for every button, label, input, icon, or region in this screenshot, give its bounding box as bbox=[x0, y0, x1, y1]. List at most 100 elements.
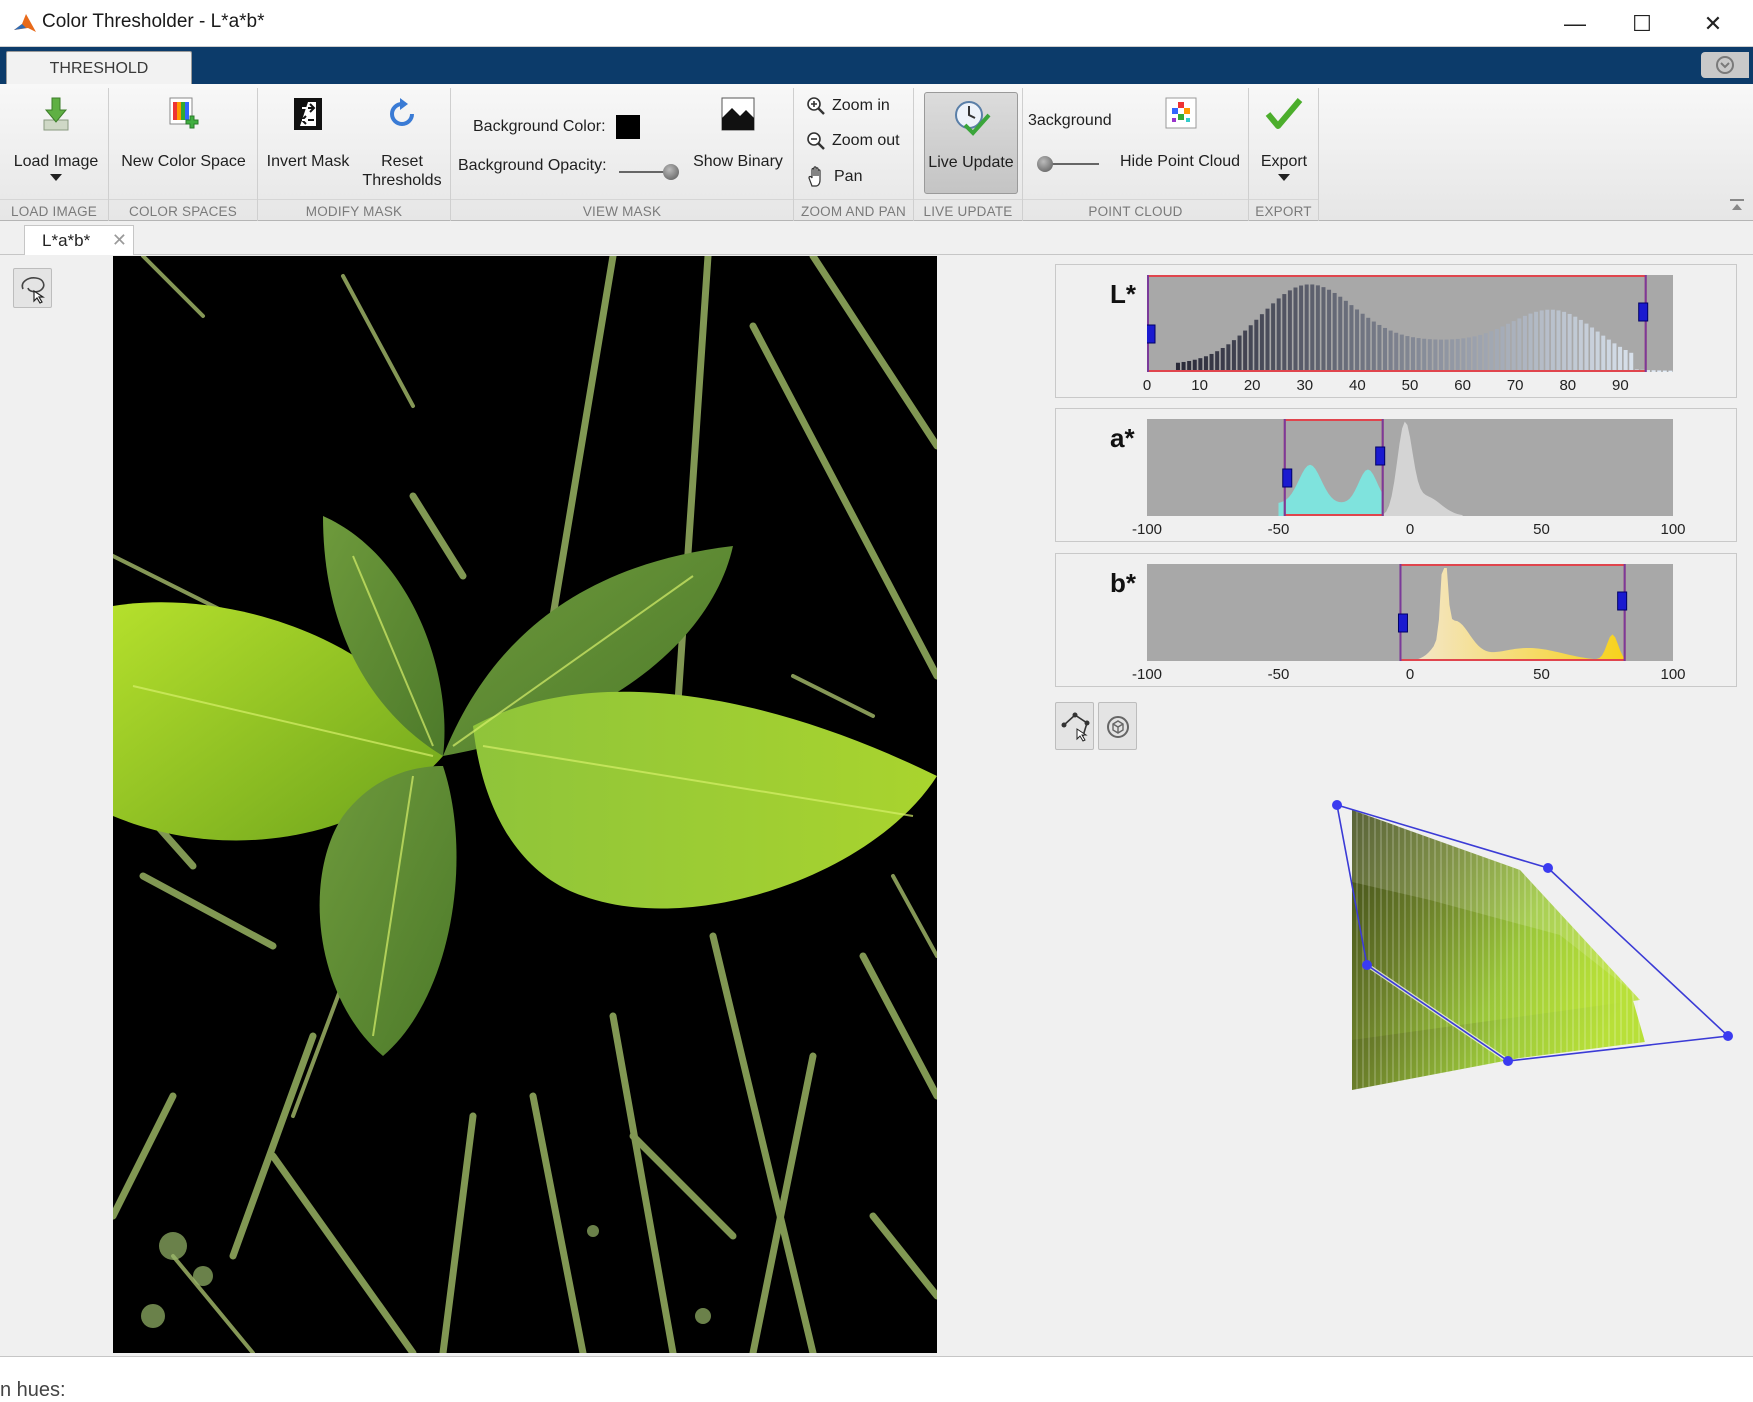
section-live-update: Live Update LIVE UPDATE bbox=[914, 88, 1023, 221]
section-label: LIVE UPDATE bbox=[923, 204, 1013, 219]
histogram-bar bbox=[1618, 346, 1623, 372]
histogram-bar bbox=[1427, 339, 1432, 372]
histogram-a-label: a* bbox=[1110, 423, 1135, 453]
histogram-bar bbox=[1444, 339, 1449, 372]
histogram-tick-label: 0 bbox=[1405, 521, 1415, 538]
histogram-bar bbox=[1472, 336, 1477, 372]
histogram-b-plot[interactable] bbox=[1147, 564, 1673, 661]
point-cloud-icon bbox=[1165, 97, 1197, 129]
histogram-bar bbox=[1578, 319, 1583, 372]
reset-thresholds-button[interactable]: Reset Thresholds bbox=[358, 94, 446, 190]
freehand-draw-button[interactable] bbox=[13, 268, 52, 308]
histogram-bar bbox=[1612, 343, 1617, 372]
section-zoom-pan: Zoom in Zoom out Pan ZOOM AND PAN bbox=[794, 88, 914, 221]
histogram-bar bbox=[1327, 289, 1332, 372]
zoom-out-label: Zoom out bbox=[832, 132, 900, 150]
polygon-select-button[interactable] bbox=[1055, 702, 1094, 750]
show-binary-button[interactable]: Show Binary bbox=[687, 94, 789, 171]
invert-mask-icon bbox=[294, 98, 322, 130]
histogram-bar bbox=[1243, 330, 1248, 372]
background-color-control[interactable]: Background Color: bbox=[473, 115, 640, 139]
histogram-bar bbox=[1287, 290, 1292, 372]
histogram-tick-label: 20 bbox=[1243, 377, 1261, 394]
histogram-bar bbox=[1338, 296, 1343, 372]
collapse-ribbon-icon[interactable] bbox=[1729, 198, 1745, 212]
ribbon-options-icon[interactable] bbox=[1701, 52, 1749, 78]
background-color-swatch[interactable] bbox=[615, 115, 640, 139]
histogram-tick-label: -50 bbox=[1267, 521, 1290, 538]
minimize-button[interactable]: — bbox=[1540, 0, 1610, 47]
histogram-bar bbox=[1517, 318, 1522, 372]
freehand-lasso-icon bbox=[21, 277, 45, 304]
section-export: Export EXPORT bbox=[1249, 88, 1319, 221]
histogram-bar bbox=[1662, 370, 1667, 372]
histogram-bar bbox=[1203, 356, 1208, 372]
histogram-tick-label: 0 bbox=[1142, 377, 1152, 394]
histogram-bar bbox=[1231, 340, 1236, 372]
histogram-a-plot[interactable] bbox=[1147, 419, 1673, 516]
threshold-min-handle[interactable] bbox=[1147, 324, 1156, 344]
rotate-point-cloud-button[interactable] bbox=[1098, 702, 1137, 750]
histogram-bar bbox=[1299, 285, 1304, 372]
document-tab-lab[interactable]: L*a*b* ✕ bbox=[24, 225, 134, 256]
histogram-area-unselected bbox=[1383, 421, 1463, 516]
threshold-max-handle[interactable] bbox=[1375, 446, 1386, 466]
tab-threshold[interactable]: THRESHOLD bbox=[6, 51, 192, 84]
threshold-max-handle[interactable] bbox=[1638, 302, 1649, 322]
threshold-min-handle[interactable] bbox=[1282, 468, 1293, 488]
pan-hand-icon bbox=[808, 166, 821, 187]
load-image-label: Load Image bbox=[13, 153, 99, 170]
close-button[interactable]: ✕ bbox=[1678, 0, 1748, 47]
histogram-bar bbox=[1590, 327, 1595, 372]
threshold-min-handle[interactable] bbox=[1397, 613, 1408, 633]
histogram-bar bbox=[1254, 319, 1259, 372]
histogram-bar bbox=[1606, 339, 1611, 372]
new-color-space-button[interactable]: New Color Space bbox=[115, 94, 252, 171]
histogram-bar bbox=[1304, 284, 1309, 372]
close-tab-icon[interactable]: ✕ bbox=[112, 226, 127, 255]
histogram-l-plot[interactable] bbox=[1147, 275, 1673, 372]
zoom-out-button[interactable]: Zoom out bbox=[806, 131, 900, 151]
zoom-in-button[interactable]: Zoom in bbox=[806, 96, 890, 116]
histogram-bar bbox=[1511, 321, 1516, 372]
maximize-button[interactable]: ☐ bbox=[1607, 0, 1677, 47]
histogram-bar bbox=[1478, 334, 1483, 372]
pan-button[interactable]: Pan bbox=[806, 166, 862, 188]
histogram-bar bbox=[1623, 349, 1628, 372]
histogram-bar bbox=[1573, 316, 1578, 372]
rotate-3d-icon bbox=[1107, 716, 1129, 738]
histogram-a-panel: a* -100 -50 0 50 100 bbox=[1055, 408, 1737, 542]
load-image-button[interactable]: Load Image bbox=[8, 94, 104, 181]
histogram-bar bbox=[1556, 310, 1561, 372]
histogram-tick-label: 0 bbox=[1405, 666, 1415, 683]
histogram-bar bbox=[1489, 331, 1494, 372]
threshold-max-handle[interactable] bbox=[1617, 591, 1628, 611]
hide-point-cloud-button[interactable]: Hide Point Cloud bbox=[1115, 94, 1245, 171]
histogram-bar bbox=[1466, 337, 1471, 372]
histogram-b-label: b* bbox=[1110, 568, 1136, 598]
histogram-bar bbox=[1500, 326, 1505, 372]
live-update-button[interactable]: Live Update bbox=[924, 92, 1018, 194]
histogram-bar bbox=[1584, 323, 1589, 372]
export-button[interactable]: Export bbox=[1253, 94, 1315, 181]
binary-image-icon bbox=[721, 97, 755, 131]
color-point-cloud-3d[interactable] bbox=[1320, 790, 1745, 1110]
section-label: VIEW MASK bbox=[582, 204, 662, 219]
background-opacity-slider[interactable] bbox=[619, 162, 681, 182]
zoom-in-icon bbox=[807, 97, 825, 115]
section-color-spaces: New Color Space COLOR SPACES bbox=[109, 88, 258, 221]
histogram-bar bbox=[1438, 339, 1443, 372]
histogram-bar bbox=[1601, 335, 1606, 372]
histogram-bar bbox=[1595, 331, 1600, 372]
invert-mask-button[interactable]: Invert Mask bbox=[264, 94, 352, 171]
histogram-bar bbox=[1567, 313, 1572, 372]
histogram-tick-label: 30 bbox=[1296, 377, 1314, 394]
export-label: Export bbox=[1260, 153, 1308, 170]
histogram-bar bbox=[1522, 315, 1527, 372]
masked-image-view[interactable] bbox=[113, 256, 937, 1353]
histogram-bar bbox=[1651, 370, 1656, 372]
point-cloud-background-toggle[interactable] bbox=[1037, 154, 1099, 174]
histogram-tick-label: 70 bbox=[1506, 377, 1524, 394]
histogram-bar bbox=[1411, 337, 1415, 372]
histogram-bar bbox=[1377, 324, 1382, 372]
